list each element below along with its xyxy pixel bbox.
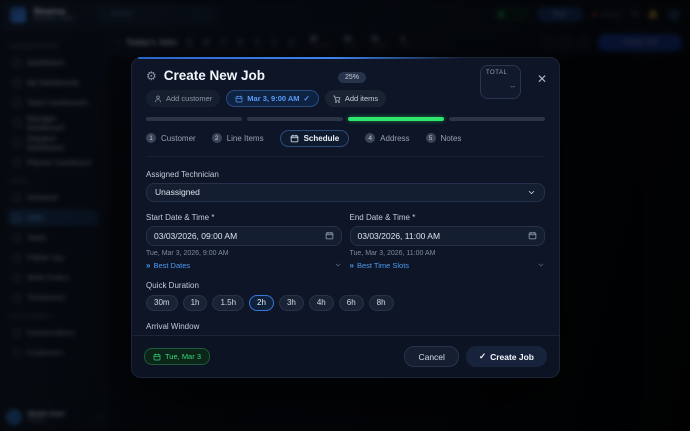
duration-chip-3h[interactable]: 3h [279, 295, 304, 311]
close-icon[interactable]: ✕ [537, 73, 547, 85]
step-address[interactable]: 4 Address [365, 133, 409, 143]
duration-chip-6h[interactable]: 6h [339, 295, 364, 311]
duration-chip-1-5h[interactable]: 1.5h [212, 295, 244, 311]
chevron-down-icon[interactable] [537, 261, 545, 269]
create-job-button[interactable]: ✓ Create Job [466, 346, 547, 367]
app-stage: Reserva Business Suite ⌕ Search Start ⚙ … [0, 0, 690, 431]
chevron-down-icon [527, 188, 536, 197]
calendar-picker-icon[interactable] [325, 231, 334, 240]
modal-footer: Tue, Mar 3 Cancel ✓ Create Job [132, 335, 559, 377]
quick-duration-label: Quick Duration [146, 281, 545, 290]
end-date-label: End Date & Time * [350, 213, 546, 222]
step-schedule-active[interactable]: Schedule [280, 130, 350, 147]
best-dates-link[interactable]: » Best Dates [146, 261, 342, 270]
add-customer-button[interactable]: Add customer [146, 90, 220, 107]
end-date-helper: Tue, Mar 3, 2026, 11:00 AM [350, 250, 546, 257]
duration-chip-8h[interactable]: 8h [369, 295, 394, 311]
cart-icon [333, 95, 341, 103]
start-date-input[interactable]: 03/03/2026, 09:00 AM [146, 226, 342, 246]
check-icon: ✓ [479, 351, 486, 362]
wizard-steps: 1 Customer 2 Line Items Schedule 4 Addre… [146, 130, 545, 157]
calendar-icon [153, 353, 161, 361]
add-items-button[interactable]: Add items [325, 90, 386, 107]
duration-chip-4h[interactable]: 4h [309, 295, 334, 311]
arrival-window-label: Arrival Window [146, 322, 545, 331]
calendar-icon [290, 134, 299, 143]
progress-percent-badge: 25% [338, 72, 366, 83]
start-date-label: Start Date & Time * [146, 213, 342, 222]
total-label: TOTAL [486, 70, 515, 76]
progress-segment-active [348, 117, 444, 121]
selected-date-badge: Tue, Mar 3 [144, 348, 210, 365]
step-line-items[interactable]: 2 Line Items [212, 133, 264, 143]
total-box: TOTAL -- [480, 65, 521, 99]
calendar-icon [235, 95, 243, 103]
quick-duration-chips: 30m 1h 1.5h 2h 3h 4h 6h 8h [146, 295, 545, 311]
progress-segment [247, 117, 343, 121]
cancel-button[interactable]: Cancel [404, 346, 458, 367]
scheduled-date-button[interactable]: Mar 3, 9:00 AM ✓ [226, 90, 319, 107]
step-progress-bar [146, 117, 545, 121]
end-date-input[interactable]: 03/03/2026, 11:00 AM [350, 226, 546, 246]
progress-segment [449, 117, 545, 121]
modal-title: Create New Job [164, 68, 265, 83]
duration-chip-30m[interactable]: 30m [146, 295, 178, 311]
start-date-helper: Tue, Mar 3, 2026, 9:00 AM [146, 250, 342, 257]
assigned-technician-select[interactable]: Unassigned [146, 183, 545, 202]
step-notes[interactable]: 5 Notes [426, 133, 462, 143]
best-time-slots-link[interactable]: » Best Time Slots [350, 261, 546, 270]
assigned-technician-label: Assigned Technician [146, 170, 545, 179]
duration-chip-1h[interactable]: 1h [183, 295, 208, 311]
double-chevron-icon: » [146, 261, 150, 270]
person-icon [154, 95, 162, 103]
gear-icon: ⚙ [146, 70, 157, 82]
total-value: -- [486, 84, 515, 91]
step-customer[interactable]: 1 Customer [146, 133, 196, 143]
calendar-picker-icon[interactable] [528, 231, 537, 240]
create-new-job-modal: ⚙ Create New Job 25% TOTAL -- ✕ Add cust… [131, 57, 560, 378]
duration-chip-2h-selected[interactable]: 2h [249, 295, 274, 311]
check-icon: ✓ [304, 94, 310, 103]
double-chevron-icon: » [350, 261, 354, 270]
chevron-down-icon[interactable] [334, 261, 342, 269]
progress-segment [146, 117, 242, 121]
